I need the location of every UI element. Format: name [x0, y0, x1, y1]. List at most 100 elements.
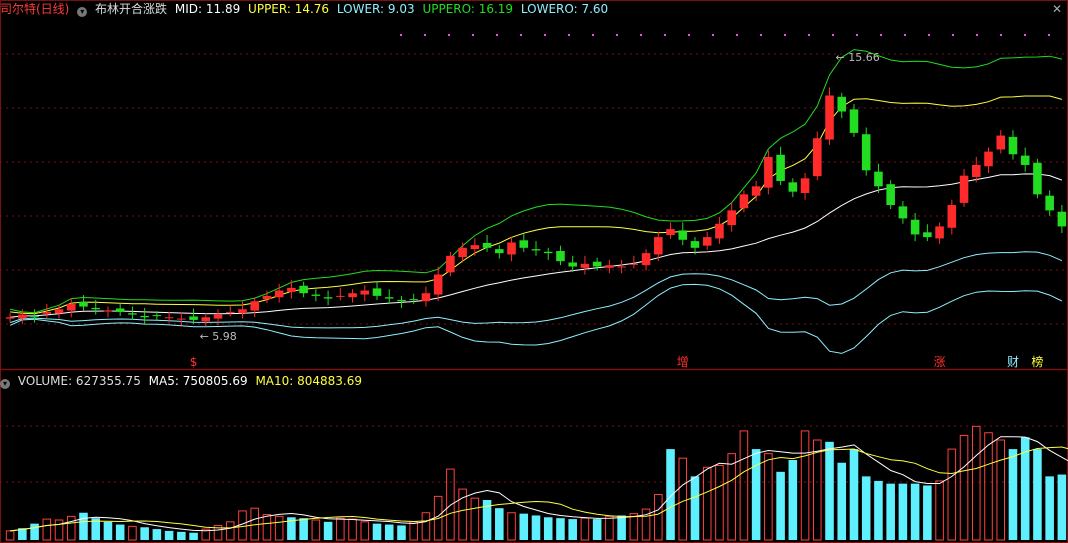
candle-body	[1020, 155, 1030, 165]
volume-bar	[800, 430, 810, 541]
chevron-down-icon[interactable]: ▾	[0, 379, 10, 389]
candle-body	[910, 219, 920, 235]
candle-body	[152, 315, 162, 317]
volume-bar	[372, 523, 382, 540]
volume-bar	[898, 483, 908, 540]
candle-body	[1008, 136, 1018, 155]
top-marker	[472, 34, 474, 36]
candle-body	[446, 255, 455, 273]
volume-bar	[702, 466, 712, 541]
volume-value: VOLUME: 627355.75	[17, 374, 141, 388]
candle-body	[458, 247, 467, 258]
top-marker	[568, 34, 570, 36]
candle-body	[886, 184, 895, 206]
volume-bar	[348, 518, 357, 541]
top-marker	[1024, 34, 1026, 36]
volume-bar	[103, 521, 113, 540]
candle-body	[164, 317, 174, 319]
candle-body	[519, 240, 529, 248]
candle-body	[360, 290, 370, 295]
volume-bar	[274, 515, 284, 541]
candle-body	[336, 295, 345, 297]
ma5-value: MA5: 750805.69	[148, 374, 248, 388]
lower-line	[9, 251, 1063, 329]
candle-body	[825, 95, 834, 140]
price-header: 司尔特(日线) ▾ 布林开合涨跌 MID: 11.89 UPPER: 14.76…	[0, 0, 612, 18]
lowero-value: LOWERO: 7.60	[520, 2, 609, 16]
candle-body	[274, 290, 284, 298]
close-icon[interactable]: ✕	[1050, 2, 1064, 16]
top-marker	[808, 34, 810, 36]
candle-body	[348, 293, 357, 298]
volume-bar	[910, 483, 920, 540]
uppero-line	[9, 49, 1063, 314]
candle-body	[79, 301, 88, 307]
volume-bar	[690, 476, 700, 540]
volume-bar	[531, 515, 541, 540]
volume-header: ▾ VOLUME: 627355.75 MA5: 750805.69 MA10:…	[0, 372, 366, 390]
volume-bar	[568, 519, 577, 540]
candle-body	[66, 303, 76, 311]
volume-bar	[776, 471, 785, 540]
candle-body	[5, 317, 15, 319]
volume-bar	[164, 530, 174, 540]
volume-bar	[666, 449, 675, 540]
candle-body	[103, 310, 113, 312]
top-marker	[496, 34, 498, 36]
volume-bar	[66, 515, 76, 541]
candle-body	[764, 156, 773, 188]
volume-bar	[715, 464, 724, 541]
candle-body	[91, 307, 101, 310]
volume-bar	[42, 518, 52, 541]
signal-marker: 涨	[934, 354, 946, 369]
candle-body	[18, 314, 27, 319]
candle-body	[409, 299, 418, 301]
candle-body	[1045, 195, 1054, 211]
volume-bar	[299, 518, 308, 540]
candle-body	[1033, 162, 1042, 195]
candle-body	[605, 265, 614, 268]
volume-bar	[507, 512, 516, 541]
volume-bar	[874, 480, 883, 540]
stock-title[interactable]: 司尔特(日线)	[0, 2, 69, 16]
indicator-name[interactable]: 布林开合涨跌	[95, 2, 167, 16]
volume-bar	[115, 524, 125, 540]
candle-body	[238, 309, 247, 314]
candle-body	[311, 294, 321, 296]
candle-body	[751, 186, 761, 196]
lower-value: LOWER: 9.03	[336, 2, 415, 16]
volume-bar	[629, 513, 639, 541]
volume-bar	[996, 439, 1006, 541]
chart-frame	[0, 0, 1068, 543]
top-marker	[664, 34, 666, 36]
top-marker	[1000, 34, 1002, 36]
volume-bar	[751, 449, 761, 540]
top-marker	[640, 34, 642, 36]
candle-body	[788, 182, 798, 192]
candle-body	[690, 241, 700, 248]
top-marker	[760, 34, 762, 36]
candle-body	[727, 210, 736, 226]
candle-body	[813, 138, 822, 177]
candle-body	[568, 262, 577, 267]
volume-bar	[495, 508, 504, 540]
candle-body	[641, 253, 651, 266]
volume-bar	[543, 517, 553, 540]
price-volume-chart[interactable]: ← 15.66 ← 5.98$ 增 涨 财榜	[0, 0, 1068, 543]
candle-body	[372, 288, 382, 296]
volume-bar	[813, 439, 822, 541]
candle-body	[996, 135, 1006, 150]
candle-body	[507, 242, 516, 255]
volume-bar	[886, 483, 895, 540]
volume-bar	[727, 453, 736, 541]
chevron-down-icon[interactable]: ▾	[77, 7, 88, 17]
volume-bar	[421, 512, 431, 541]
candle-body	[666, 229, 675, 235]
top-marker	[952, 34, 954, 36]
volume-bar	[984, 432, 993, 541]
candle-body	[935, 226, 944, 239]
volume-bar	[384, 524, 394, 540]
candle-body	[629, 263, 639, 265]
candle-body	[531, 249, 541, 251]
candle-body	[299, 285, 308, 294]
